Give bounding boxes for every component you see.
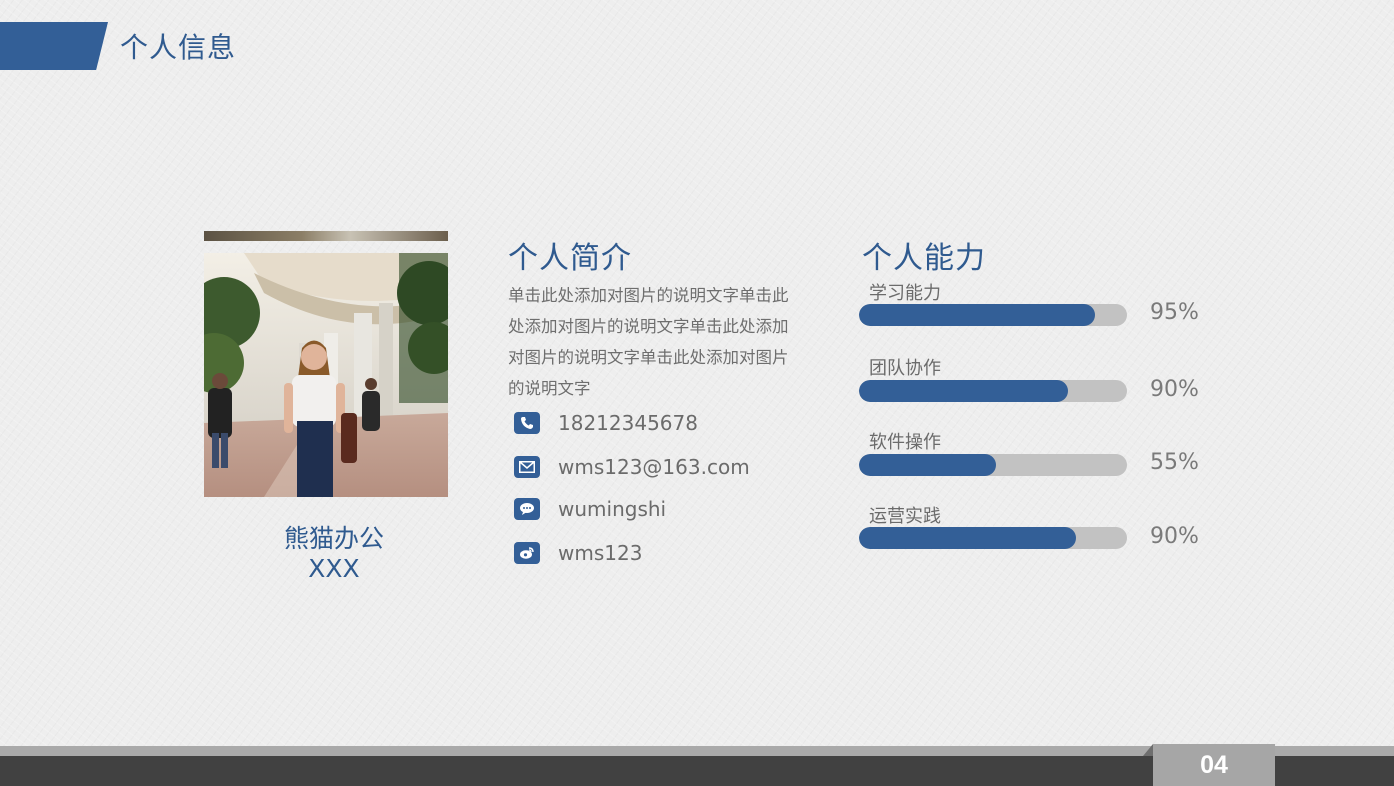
contact-weibo: wms123 — [514, 541, 642, 565]
skill-label: 软件操作 — [869, 432, 941, 453]
phone-icon — [514, 412, 540, 434]
skill-percent: 55% — [1150, 450, 1199, 475]
skill-bar-track — [859, 304, 1127, 326]
chat-id: wumingshi — [558, 497, 667, 521]
contact-chat: wumingshi — [514, 497, 666, 521]
intro-description: 单击此处添加对图片的说明文字单击此处添加对图片的说明文字单击此处添加对图片的说明… — [508, 286, 789, 398]
skill-bar-track — [859, 380, 1127, 402]
skill-bar-fill — [859, 527, 1077, 549]
mail-icon — [514, 456, 540, 478]
photo-top-strip — [204, 231, 448, 241]
skill-bar-track — [859, 527, 1127, 549]
person-name-line2: XXX — [308, 554, 360, 583]
skill-percent: 95% — [1150, 300, 1199, 325]
skill-bar-fill — [859, 304, 1095, 326]
slide-background: 个人信息 熊猫办公 XXX 个人简介 单击此处添加对图片的说明文字单击此处添加对… — [0, 0, 1394, 786]
page-number: 04 — [1153, 744, 1275, 786]
skills-heading: 个人能力 — [862, 241, 986, 276]
person-name: 熊猫办公 XXX — [204, 524, 464, 584]
contact-email: wms123@163.com — [514, 455, 750, 479]
skill-label: 学习能力 — [869, 283, 941, 304]
skill-bar-fill — [859, 454, 996, 476]
skill-bar-track — [859, 454, 1127, 476]
skill-percent: 90% — [1150, 524, 1199, 549]
skill-label: 团队协作 — [869, 358, 941, 379]
page-title: 个人信息 — [120, 31, 237, 64]
skill-bar-fill — [859, 380, 1069, 402]
contact-phone: 18212345678 — [514, 411, 698, 435]
chat-icon — [514, 498, 540, 520]
profile-photo — [204, 253, 448, 497]
intro-heading: 个人简介 — [508, 241, 632, 276]
title-accent-band — [0, 22, 108, 70]
skill-label: 运营实践 — [869, 506, 941, 527]
skill-percent: 90% — [1150, 377, 1199, 402]
email-address: wms123@163.com — [558, 455, 750, 479]
weibo-icon — [514, 542, 540, 564]
person-name-line1: 熊猫办公 — [283, 524, 384, 553]
weibo-id: wms123 — [558, 541, 643, 565]
phone-number: 18212345678 — [558, 411, 698, 435]
page-tab-fold — [1143, 744, 1153, 756]
